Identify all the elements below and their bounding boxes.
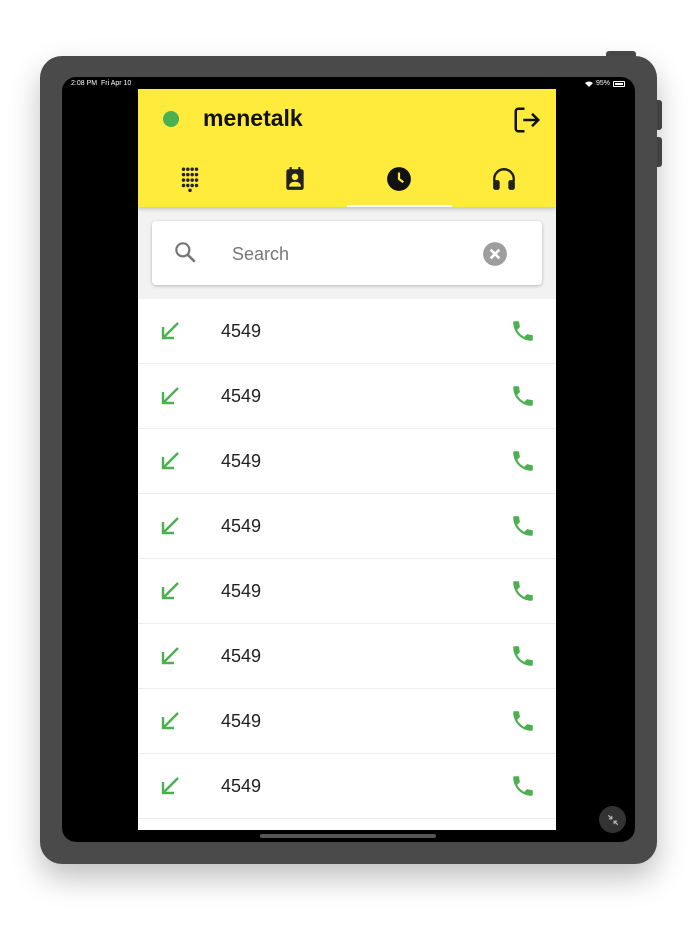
- call-row[interactable]: 4549: [138, 494, 556, 559]
- battery-icon: [613, 80, 625, 87]
- call-row[interactable]: 4549: [138, 624, 556, 689]
- recents-clock-icon: [387, 167, 412, 191]
- battery-percent: 95%: [595, 80, 610, 87]
- shrink-window-button[interactable]: [599, 806, 626, 833]
- phone-call-icon[interactable]: [510, 513, 536, 539]
- call-number: 4549: [221, 516, 262, 536]
- incoming-call-arrow-icon: [161, 647, 179, 665]
- call-row[interactable]: 4549: [138, 754, 556, 819]
- call-row[interactable]: 4549: [138, 689, 556, 754]
- incoming-call-arrow-icon: [161, 582, 179, 600]
- incoming-call-arrow-icon: [161, 452, 179, 470]
- incoming-call-arrow-icon: [161, 322, 179, 340]
- call-number: 4549: [221, 451, 262, 471]
- dialpad-icon: [182, 167, 199, 192]
- search-box: [152, 221, 542, 285]
- main-tabs: [138, 151, 556, 207]
- status-date-text: Fri Apr 10: [100, 80, 132, 87]
- status-time-text: 2:08 PM: [71, 80, 98, 87]
- menetalk-app: menetalk Search 4549 4549 4549 4549 4549…: [138, 89, 556, 830]
- incoming-call-arrow-icon: [161, 712, 179, 730]
- call-number: 4549: [221, 581, 262, 601]
- contacts-icon: [286, 167, 304, 190]
- status-time: 2:08 PM Fri Apr 10: [71, 80, 131, 87]
- incoming-call-arrow-icon: [161, 777, 179, 795]
- call-number: 4549: [221, 321, 262, 341]
- search-input[interactable]: [232, 241, 462, 267]
- app-header: menetalk: [138, 89, 556, 207]
- logout-icon[interactable]: [512, 105, 542, 135]
- call-row[interactable]: 4549: [138, 559, 556, 624]
- phone-call-icon[interactable]: [510, 643, 536, 669]
- call-number: 4549: [221, 711, 262, 731]
- tab-contacts[interactable]: [243, 151, 348, 207]
- home-indicator[interactable]: [260, 834, 436, 838]
- device-screen: 2:08 PM Fri Apr 10 95% menetalk Search 4…: [62, 77, 635, 842]
- shrink-arrows-icon: [607, 814, 618, 825]
- call-number: 4549: [221, 776, 262, 796]
- call-number: 4549: [221, 646, 262, 666]
- phone-call-icon[interactable]: [510, 708, 536, 734]
- status-right: 95%: [584, 80, 625, 87]
- phone-call-icon[interactable]: [510, 383, 536, 409]
- call-row[interactable]: 4549: [138, 299, 556, 364]
- phone-call-icon[interactable]: [510, 318, 536, 344]
- phone-call-icon[interactable]: [510, 578, 536, 604]
- support-headset-icon: [492, 168, 515, 190]
- app-title: menetalk: [203, 105, 303, 131]
- search-icon: [175, 242, 196, 263]
- recent-calls-list: 4549 4549 4549 4549 4549 4549 4549 4549: [138, 299, 556, 819]
- tab-recents[interactable]: [347, 151, 452, 207]
- tab-dialpad[interactable]: [138, 151, 243, 207]
- online-status-dot: [163, 111, 179, 127]
- search-area: [138, 207, 556, 299]
- wifi-icon: [584, 81, 593, 87]
- call-row[interactable]: 4549: [138, 364, 556, 429]
- incoming-call-arrow-icon: [161, 517, 179, 535]
- phone-call-icon[interactable]: [510, 448, 536, 474]
- tab-support[interactable]: [452, 151, 557, 207]
- incoming-call-arrow-icon: [161, 387, 179, 405]
- call-row[interactable]: 4549: [138, 429, 556, 494]
- phone-call-icon[interactable]: [510, 773, 536, 799]
- call-number: 4549: [221, 386, 262, 406]
- clear-search-icon[interactable]: [482, 241, 508, 267]
